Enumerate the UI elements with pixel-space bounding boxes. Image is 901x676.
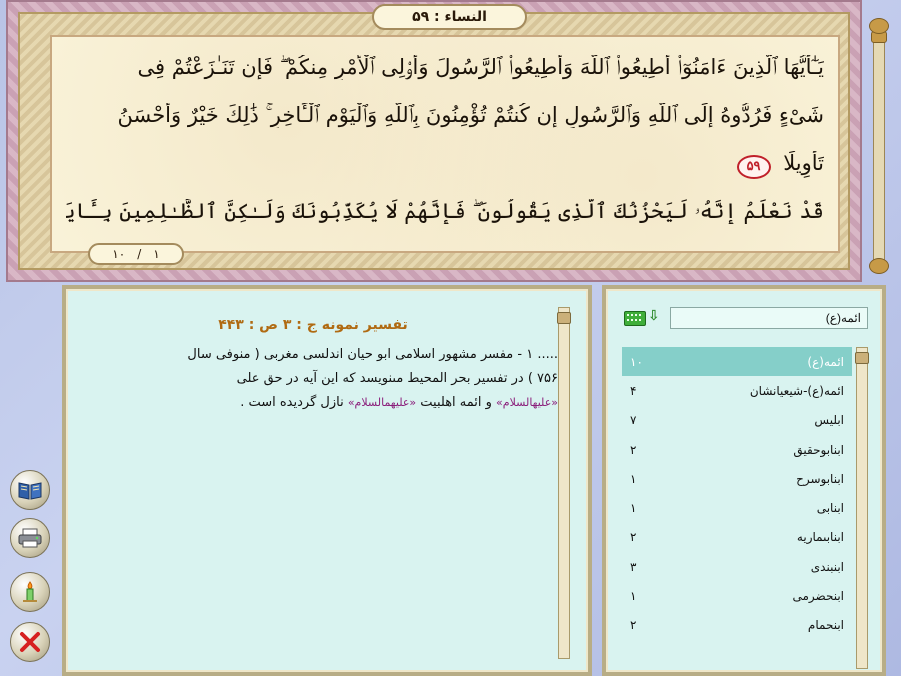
keyboard-icon[interactable] bbox=[624, 311, 646, 326]
close-icon bbox=[20, 632, 40, 652]
index-item-label: ائمه(ع) bbox=[807, 354, 844, 369]
index-item-count: ۷ bbox=[630, 413, 637, 428]
ayah-line-3-text: تَأْوِيلًا bbox=[783, 151, 824, 175]
tafsir-line-3-mid: و ائمه اهلبيت bbox=[416, 395, 497, 410]
index-list-item[interactable]: ابن‏ابى‏ماريه ۲ bbox=[622, 523, 852, 552]
index-item-label: ابن‏حمام bbox=[807, 618, 844, 633]
salam-tag-2: «عليهم‏السلام» bbox=[347, 396, 417, 409]
tafsir-scrollbar[interactable] bbox=[557, 307, 571, 659]
index-panel: ⇩ ائمه(ع) ۱۰ ائمه(ع)-شيعيانشان ۴ ابليس ۷ ابن‏ا… bbox=[602, 285, 886, 676]
quran-frame: يَـٰٓأَيُّهَا ٱلَّذِينَ ءَامَنُوٓا۟ أَطِ… bbox=[6, 0, 862, 282]
quran-scroll-cap-top bbox=[869, 18, 889, 34]
quran-page[interactable]: يَـٰٓأَيُّهَا ٱلَّذِينَ ءَامَنُوٓا۟ أَطِ… bbox=[50, 35, 840, 253]
index-search-row: ⇩ bbox=[624, 307, 868, 329]
tafsir-line-1: ..... ۱ - مفسر مشهور اسلامى ابو حيان اند… bbox=[187, 347, 558, 362]
quran-scroll-cap-bottom bbox=[869, 258, 889, 274]
tafsir-line-3-end: نازل گرديده است . bbox=[240, 395, 348, 410]
index-list-item[interactable]: ابليس ۷ bbox=[622, 406, 852, 435]
index-list-item[interactable]: ابن‏بندى ۳ bbox=[622, 552, 852, 581]
index-item-count: ۳ bbox=[630, 559, 637, 574]
ayah-line-1: يَـٰٓأَيُّهَا ٱلَّذِينَ ءَامَنُوٓا۟ أَطِ… bbox=[137, 55, 824, 79]
index-list-item[interactable]: ائمه(ع) ۱۰ bbox=[622, 347, 852, 377]
index-item-count: ۲ bbox=[630, 618, 637, 633]
ayah-line-3: تَأْوِيلًا ۵۹ bbox=[66, 151, 824, 179]
close-button[interactable] bbox=[10, 622, 50, 662]
ayah-line-2: شَىْءٍ فَرُدُّوهُ إِلَى ٱللَّهِ وَٱلرَّس… bbox=[117, 103, 824, 127]
index-list-item[interactable]: ابن‏ابوحقيق ۲ bbox=[622, 435, 852, 464]
print-button[interactable] bbox=[10, 518, 50, 558]
tafsir-line-3: «عليه‏السلام» و ائمه اهلبيت «عليهم‏السلا… bbox=[86, 391, 558, 415]
index-item-label: ابليس bbox=[814, 413, 844, 428]
index-list-item[interactable]: ابن‏ابوسرح ۱ bbox=[622, 464, 852, 493]
arrow-down-icon[interactable]: ⇩ bbox=[648, 308, 660, 324]
index-list-item[interactable]: ائمه(ع)-شيعيانشان ۴ bbox=[622, 376, 852, 405]
index-item-label: ائمه(ع)-شيعيانشان bbox=[749, 383, 844, 398]
index-item-count: ۱ bbox=[630, 471, 637, 486]
tafsir-text: ..... ۱ - مفسر مشهور اسلامى ابو حيان اند… bbox=[86, 343, 558, 415]
page-indicator[interactable]: ۱۰ / ۱ bbox=[88, 243, 184, 265]
book-button[interactable] bbox=[10, 470, 50, 510]
index-item-label: ابن‏ابوحقيق bbox=[793, 442, 844, 457]
tafsir-panel: تفسير نمونه ج : ۳ ص : ۴۴۳ ..... ۱ - مفسر… bbox=[62, 285, 592, 676]
candle-button[interactable] bbox=[10, 572, 50, 612]
index-list-item[interactable]: ابن‏حمام ۲ bbox=[622, 611, 852, 640]
sura-title: النساء : ۵۹ bbox=[372, 4, 527, 30]
index-item-count: ۲ bbox=[630, 530, 637, 545]
print-icon bbox=[18, 528, 42, 548]
index-item-count: ۴ bbox=[630, 383, 637, 398]
tafsir-line-2: ۷۵۶ ) در تفسير بحر المحيط مى‏نويسد كه اي… bbox=[236, 371, 558, 386]
page-current: ۱ bbox=[153, 247, 160, 261]
page-total: ۱۰ bbox=[112, 247, 126, 261]
index-item-count: ۱ bbox=[630, 589, 637, 604]
index-list-item[interactable]: ابن‏ابى ۱ bbox=[622, 493, 852, 522]
salam-tag-1: «عليه‏السلام» bbox=[496, 396, 558, 409]
tafsir-heading: تفسير نمونه ج : ۳ ص : ۴۴۳ bbox=[218, 317, 408, 333]
index-item-count: ۱۰ bbox=[630, 354, 643, 369]
index-item-count: ۱ bbox=[630, 501, 637, 516]
index-item-label: ابن‏ابوسرح bbox=[796, 471, 844, 486]
candle-icon bbox=[23, 581, 37, 602]
ayah-number-marker: ۵۹ bbox=[736, 155, 771, 179]
index-item-label: ابن‏حضرمى bbox=[792, 589, 845, 604]
index-item-count: ۲ bbox=[630, 442, 637, 457]
quran-scrollbar[interactable] bbox=[871, 24, 887, 266]
index-search-input[interactable] bbox=[670, 307, 868, 329]
index-item-label: ابن‏ابى‏ماريه bbox=[796, 530, 844, 545]
index-scroll-thumb[interactable] bbox=[855, 352, 869, 364]
index-list: ائمه(ع) ۱۰ ائمه(ع)-شيعيانشان ۴ ابليس ۷ ابن‏ابو… bbox=[622, 347, 852, 640]
book-icon bbox=[18, 482, 42, 500]
page-separator: / bbox=[137, 247, 142, 261]
tafsir-scroll-thumb[interactable] bbox=[557, 312, 571, 324]
index-item-label: ابن‏ابى bbox=[816, 501, 844, 516]
index-list-item[interactable]: ابن‏حضرمى ۱ bbox=[622, 581, 852, 610]
index-item-label: ابن‏بندى bbox=[810, 559, 844, 574]
index-scrollbar[interactable] bbox=[855, 347, 869, 669]
ayah-line-4: قَدْ نَعْلَمُ إِنَّهُۥ لَيَحْزُنُكَ ٱلَّ… bbox=[66, 199, 824, 223]
